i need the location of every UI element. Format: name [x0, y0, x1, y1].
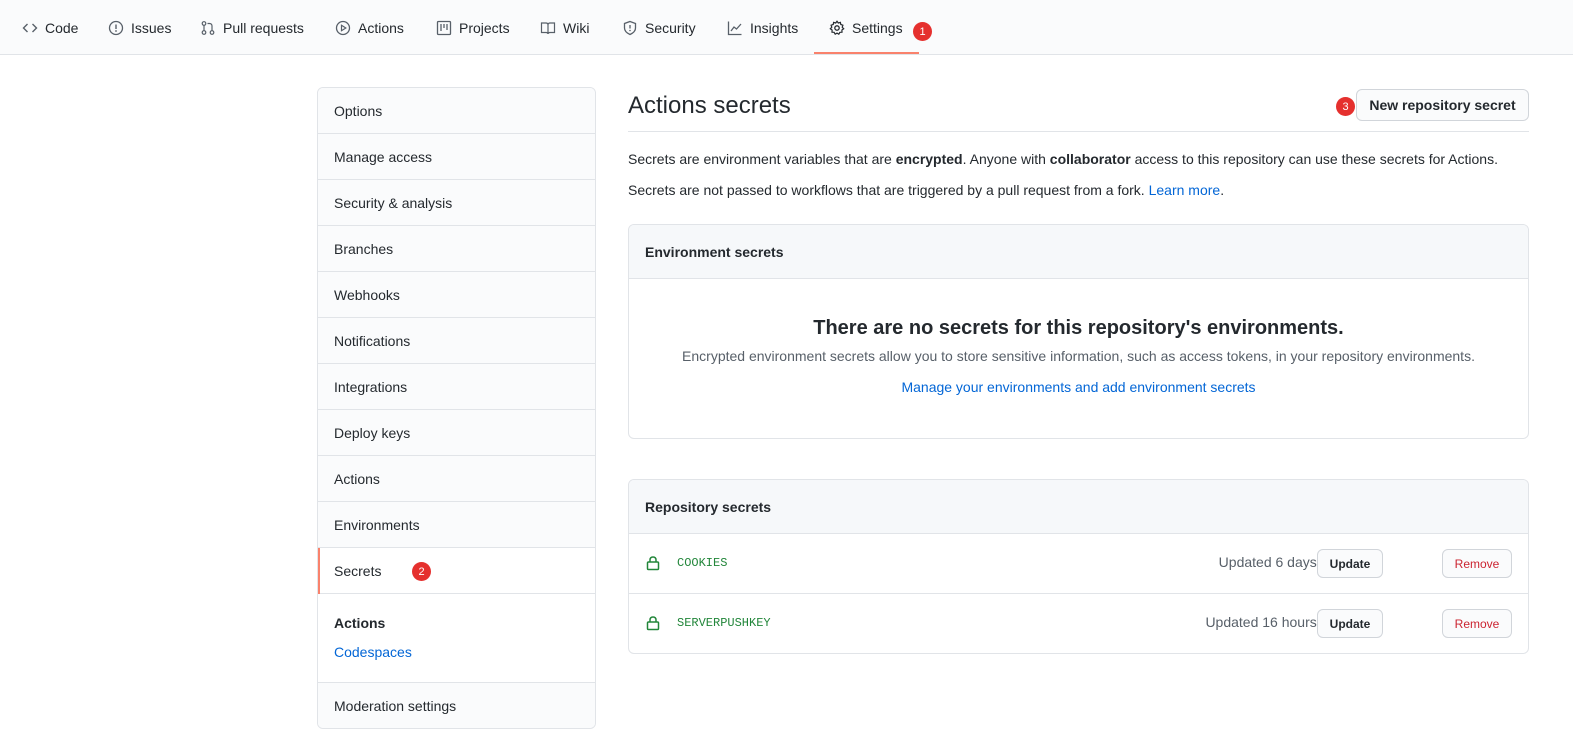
- tab-code[interactable]: Code: [22, 0, 78, 55]
- remove-secret-button[interactable]: Remove: [1442, 609, 1512, 638]
- update-secret-button[interactable]: Update: [1317, 549, 1383, 578]
- shield-icon: [623, 20, 637, 35]
- manage-environments-link[interactable]: Manage your environments and add environ…: [901, 379, 1255, 395]
- secret-name: COOKIES: [677, 556, 728, 570]
- desc-bold-collaborator: collaborator: [1049, 151, 1131, 167]
- sidebar-item-branches[interactable]: Branches: [318, 226, 595, 272]
- fork-note: Secrets are not passed to workflows that…: [628, 182, 1224, 198]
- sidebar-item-options[interactable]: Options: [318, 88, 595, 134]
- sidebar-item-actions[interactable]: Actions: [318, 456, 595, 502]
- lock-icon: [646, 556, 660, 571]
- sidebar-item-secrets[interactable]: Secrets: [318, 548, 595, 594]
- sidebar-item-deploy-keys[interactable]: Deploy keys: [318, 410, 595, 456]
- repository-secrets-list: COOKIES Updated 6 days ago Update Remove…: [629, 534, 1528, 653]
- tab-settings-label: Settings: [852, 19, 903, 36]
- sidebar-item-environments[interactable]: Environments: [318, 502, 595, 548]
- tab-security-label: Security: [645, 19, 696, 36]
- tab-wiki[interactable]: Wiki: [540, 0, 589, 55]
- sidebar-item-security-analysis[interactable]: Security & analysis: [318, 180, 595, 226]
- tab-issues[interactable]: Issues: [108, 0, 171, 55]
- new-repository-secret-button[interactable]: New repository secret: [1356, 89, 1529, 121]
- sidebar-item-integrations[interactable]: Integrations: [318, 364, 595, 410]
- play-icon: [335, 20, 351, 35]
- fork-note-period: .: [1220, 182, 1225, 198]
- tab-projects-label: Projects: [459, 19, 510, 36]
- env-blankslate-link-wrap: Manage your environments and add environ…: [629, 379, 1528, 395]
- tab-issues-label: Issues: [131, 19, 172, 36]
- selected-tab-underline: [814, 52, 919, 54]
- code-icon: [22, 23, 38, 32]
- tab-projects[interactable]: Projects: [436, 0, 510, 55]
- sidebar-link-codespaces[interactable]: Codespaces: [334, 644, 412, 660]
- book-icon: [540, 21, 556, 34]
- repository-secrets-header: Repository secrets: [629, 480, 1528, 534]
- sidebar-item-moderation-settings[interactable]: Moderation settings: [318, 682, 595, 728]
- git-pull-request-icon: [201, 20, 215, 35]
- repo-nav: Code Issues Pull requests Actions Projec…: [0, 0, 1573, 55]
- secret-row: SERVERPUSHKEY Updated 16 hours ago Updat…: [629, 594, 1528, 653]
- tab-wiki-label: Wiki: [563, 19, 590, 36]
- annotation-badge-2: 2: [412, 562, 431, 581]
- lock-icon: [646, 616, 660, 631]
- fork-note-text: Secrets are not passed to workflows that…: [628, 182, 1149, 198]
- sidebar-item-notifications[interactable]: Notifications: [318, 318, 595, 364]
- env-blankslate-title: There are no secrets for this repository…: [813, 317, 1344, 339]
- tab-pull-requests[interactable]: Pull requests: [200, 0, 304, 55]
- tab-security[interactable]: Security: [622, 0, 696, 55]
- desc-text-2: . Anyone with: [962, 151, 1050, 167]
- issue-opened-icon: [108, 20, 124, 35]
- settings-sidebar: Options Manage access Security & analysi…: [317, 87, 596, 729]
- tab-insights-label: Insights: [750, 19, 799, 36]
- gear-icon: [829, 19, 845, 35]
- project-icon: [436, 20, 452, 35]
- tab-insights[interactable]: Insights: [727, 0, 798, 55]
- annotation-badge-1: 1: [913, 22, 932, 41]
- secret-row: COOKIES Updated 6 days ago Update Remove: [629, 534, 1528, 594]
- environment-secrets-header: Environment secrets: [629, 225, 1528, 279]
- learn-more-link[interactable]: Learn more: [1149, 182, 1221, 198]
- environment-secrets-box: Environment secrets There are no secrets…: [628, 224, 1529, 439]
- tab-settings[interactable]: Settings: [829, 0, 903, 55]
- tab-actions-label: Actions: [358, 19, 404, 36]
- repository-secrets-box: Repository secrets COOKIES Updated 6 day…: [628, 479, 1529, 654]
- desc-text-1: Secrets are environment variables that a…: [628, 151, 896, 167]
- env-blankslate-description: Encrypted environment secrets allow you …: [682, 348, 1475, 364]
- tab-actions[interactable]: Actions: [335, 0, 404, 55]
- sidebar-section-heading: Actions: [334, 615, 386, 631]
- desc-bold-encrypted: encrypted: [895, 151, 963, 167]
- secret-name: SERVERPUSHKEY: [677, 616, 771, 630]
- sidebar-item-manage-access[interactable]: Manage access: [318, 134, 595, 180]
- sidebar-item-secrets-label: Secrets: [334, 562, 382, 579]
- page-title: Actions secrets: [628, 92, 791, 119]
- title-divider: [628, 131, 1529, 132]
- update-secret-button[interactable]: Update: [1317, 609, 1383, 638]
- desc-text-3: access to this repository can use these …: [1130, 151, 1498, 167]
- tab-code-label: Code: [45, 19, 79, 36]
- graph-icon: [727, 21, 742, 35]
- sidebar-item-webhooks[interactable]: Webhooks: [318, 272, 595, 318]
- remove-secret-button[interactable]: Remove: [1442, 549, 1512, 578]
- annotation-badge-3: 3: [1336, 97, 1355, 116]
- secrets-description: Secrets are environment variables that a…: [628, 151, 1498, 167]
- tab-pull-requests-label: Pull requests: [223, 19, 304, 36]
